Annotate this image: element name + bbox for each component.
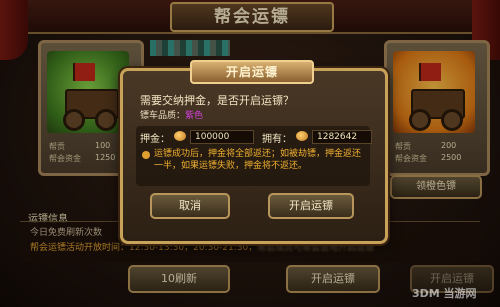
cancel-button[interactable]: 取消 [150, 193, 230, 219]
deposit-amount: 100000 [190, 130, 254, 144]
coin-icon [174, 131, 186, 141]
dialog-question: 需要交纳押金，是否开启运镖？ [140, 94, 294, 107]
owned-label: 拥有： [262, 134, 292, 145]
quality-label: 镖车品质： [140, 111, 186, 121]
deposit-rule-text: 运镖成功后，押金将全部返还；如被劫镖，押金返还一半，如果运镖失败，押金将不返还。 [154, 149, 362, 171]
warning-dot-icon [142, 151, 150, 159]
deposit-label: 押金： [140, 134, 170, 145]
cart-quality-row: 镖车品质：紫色 [140, 108, 203, 121]
quality-value: 紫色 [185, 111, 204, 121]
confirm-start-escort-button[interactable]: 开启运镖 [268, 193, 354, 219]
site-watermark: 3DM 当游网 [412, 287, 477, 300]
coin-icon [296, 131, 308, 141]
owned-amount: 1282642 [312, 130, 372, 144]
dialog-title: 开启运镖 [190, 60, 314, 84]
